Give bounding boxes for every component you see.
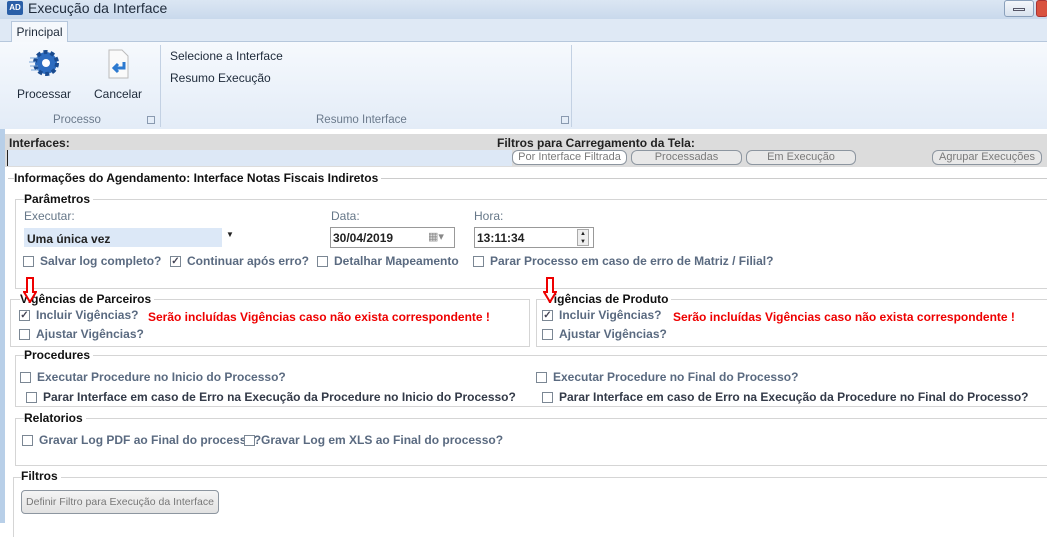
cancelar-button[interactable]: Cancelar <box>92 48 144 101</box>
check-ajustar-vigencias-parceiros[interactable]: Ajustar Vigências? <box>19 327 144 341</box>
check-label: Incluir Vigências? <box>559 308 662 322</box>
check-label: Incluir Vigências? <box>36 308 139 322</box>
check-parar-procedure-inicio[interactable]: Parar Interface em caso de Erro na Execu… <box>26 390 516 404</box>
checkbox[interactable] <box>23 255 34 267</box>
warning-text: Serão incluídas Vigências caso não exist… <box>148 310 490 324</box>
hora-input[interactable]: 13:11:34 <box>474 227 594 248</box>
executar-select[interactable]: Uma única vez <box>24 228 222 247</box>
checkbox[interactable] <box>20 371 31 383</box>
calendar-icon[interactable]: ▦▾ <box>428 230 444 243</box>
divider <box>160 45 161 127</box>
filter-por-interface[interactable]: Por Interface Filtrada <box>512 150 627 165</box>
processar-label: Processar <box>16 87 72 101</box>
close-button[interactable] <box>1036 0 1047 17</box>
check-parar-processo[interactable]: Parar Processo em caso de erro de Matriz… <box>473 254 773 268</box>
ribbon-tabs: Principal <box>0 19 1047 43</box>
check-label: Detalhar Mapeamento <box>334 254 459 268</box>
check-label: Executar Procedure no Inicio do Processo… <box>37 370 286 384</box>
divider <box>571 45 572 127</box>
checkbox[interactable] <box>22 434 33 446</box>
hora-value: 13:11:34 <box>477 231 525 245</box>
agrupar-execucoes-button[interactable]: Agrupar Execuções <box>932 150 1042 165</box>
checkbox[interactable] <box>536 371 547 383</box>
check-label: Parar Interface em caso de Erro na Execu… <box>559 390 1029 404</box>
relatorios-title: Relatorios <box>24 411 86 425</box>
ribbon: Processar Cancelar Processo Selecione a … <box>0 42 1047 129</box>
checkbox[interactable] <box>542 391 553 403</box>
check-label: Continuar após erro? <box>187 254 310 268</box>
check-label: Parar Interface em caso de Erro na Execu… <box>43 390 516 404</box>
checkbox-checked[interactable]: ✓ <box>19 309 30 321</box>
check-ajustar-vigencias-produto[interactable]: Ajustar Vigências? <box>542 327 667 341</box>
dialog-launcher-icon[interactable] <box>147 116 155 124</box>
checkbox[interactable] <box>317 255 328 267</box>
check-label: Ajustar Vigências? <box>36 327 144 341</box>
red-arrow-down-icon <box>23 277 37 303</box>
checkbox[interactable] <box>244 434 255 446</box>
checkbox-checked[interactable]: ✓ <box>170 255 181 267</box>
definir-filtro-button[interactable]: Definir Filtro para Execução da Interfac… <box>21 490 219 514</box>
check-label: Ajustar Vigências? <box>559 327 667 341</box>
check-label: Executar Procedure no Final do Processo? <box>553 370 799 384</box>
data-label: Data: <box>331 209 360 223</box>
gear-icon <box>29 50 59 76</box>
tab-principal[interactable]: Principal <box>11 21 68 43</box>
check-label: Gravar Log em XLS ao Final do processo? <box>261 433 504 447</box>
vigencias-parceiros-title: Vigências de Parceiros <box>20 292 155 306</box>
check-detalhar-mapeamento[interactable]: Detalhar Mapeamento <box>317 254 459 268</box>
check-label: Salvar log completo? <box>40 254 162 268</box>
check-parar-procedure-final[interactable]: Parar Interface em caso de Erro na Execu… <box>542 390 1029 404</box>
executar-label: Executar: <box>24 209 75 223</box>
dialog-launcher-icon[interactable] <box>561 116 569 124</box>
interfaces-input[interactable] <box>7 150 512 166</box>
vigencias-produto-title: Vigências de Produto <box>546 292 672 306</box>
procedures-title: Procedures <box>24 348 94 362</box>
check-exec-procedure-final[interactable]: Executar Procedure no Final do Processo? <box>536 370 798 384</box>
app-icon: AD <box>7 1 23 15</box>
cancelar-label: Cancelar <box>93 87 143 101</box>
checkbox[interactable] <box>542 328 553 340</box>
checkbox[interactable] <box>473 255 484 267</box>
left-border <box>0 129 5 523</box>
check-gravar-pdf[interactable]: Gravar Log PDF ao Final do processo? <box>22 433 261 447</box>
warning-text: Serão incluídas Vigências caso não exist… <box>673 310 1015 324</box>
group-label-processo: Processo <box>53 114 101 126</box>
window-title: Execução da Interface <box>28 0 168 16</box>
filter-em-execucao[interactable]: Em Execução <box>746 150 856 165</box>
filters-label: Filtros para Carregamento da Tela: <box>497 136 695 150</box>
filter-processadas[interactable]: Processadas <box>631 150 742 165</box>
link-selecione-interface[interactable]: Selecione a Interface <box>170 49 283 63</box>
group-label-resumo: Resumo Interface <box>316 114 407 126</box>
time-spinner[interactable]: ▲ ▼ <box>577 229 589 246</box>
minimize-button[interactable] <box>1004 0 1034 17</box>
check-incluir-vigencias-parceiros[interactable]: ✓ Incluir Vigências? <box>19 308 138 322</box>
dropdown-arrow-icon[interactable]: ▼ <box>226 230 234 239</box>
link-resumo-execucao[interactable]: Resumo Execução <box>170 71 271 85</box>
checkbox[interactable] <box>19 328 30 340</box>
data-value: 30/04/2019 <box>333 231 394 245</box>
info-title: Informações do Agendamento: Interface No… <box>14 171 382 185</box>
check-salvar-log[interactable]: Salvar log completo? <box>23 254 161 268</box>
check-continuar-erro[interactable]: ✓ Continuar após erro? <box>170 254 309 268</box>
checkbox[interactable] <box>26 391 37 403</box>
red-arrow-down-icon <box>543 277 557 303</box>
processar-button[interactable]: Processar <box>16 48 72 101</box>
parametros-title: Parâmetros <box>24 192 94 206</box>
check-label: Parar Processo em caso de erro de Matriz… <box>490 254 774 268</box>
hora-label: Hora: <box>474 209 504 223</box>
check-label: Gravar Log PDF ao Final do processo? <box>39 433 262 447</box>
check-gravar-xls[interactable]: Gravar Log em XLS ao Final do processo? <box>244 433 503 447</box>
check-exec-procedure-inicio[interactable]: Executar Procedure no Inicio do Processo… <box>20 370 286 384</box>
check-incluir-vigencias-produto[interactable]: ✓ Incluir Vigências? <box>542 308 661 322</box>
cancel-document-icon <box>108 49 129 79</box>
checkbox-checked[interactable]: ✓ <box>542 309 553 321</box>
interfaces-label: Interfaces: <box>9 136 70 150</box>
filtros-title: Filtros <box>21 469 61 483</box>
